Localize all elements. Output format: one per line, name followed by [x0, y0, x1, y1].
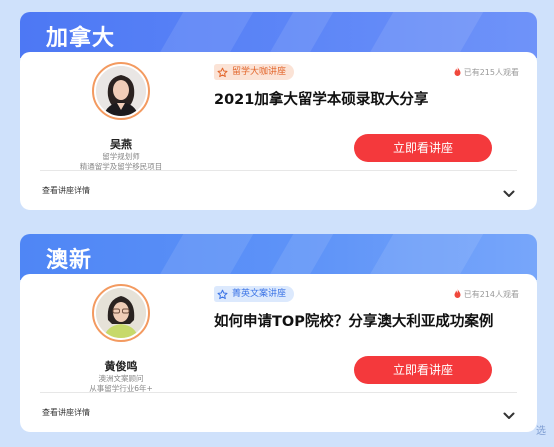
lecture-details-link[interactable]: 查看讲座详情 — [42, 407, 90, 418]
lecture-card: 黄俊鸣 澳洲文案顾问 从事留学行业6年+ 菁英文案讲座 已有214人观看 如何申… — [20, 274, 537, 432]
avatar — [92, 284, 150, 342]
flame-icon — [453, 288, 462, 301]
view-count-label: 已有214人观看 — [463, 290, 519, 299]
watch-lecture-button[interactable]: 立即看讲座 — [354, 356, 492, 384]
avatar — [92, 62, 150, 120]
watch-lecture-button[interactable]: 立即看讲座 — [354, 134, 492, 162]
section-canada: 加拿大 吴燕 留学规划师 精通留学及留学移民项目 留学大咖讲座 已有215人观看… — [20, 12, 537, 210]
section-australia-nz: 澳新 黄俊鸣 澳洲文案顾问 从事留学行业6年+ 菁英文案讲座 已有214人观看 … — [20, 234, 537, 432]
lecture-details-link[interactable]: 查看讲座详情 — [42, 185, 90, 196]
section-title: 加拿大 — [46, 26, 116, 51]
teacher-name: 黄俊鸣 — [104, 360, 138, 373]
lecture-tag: 菁英文案讲座 — [214, 286, 295, 302]
chevron-down-icon[interactable] — [503, 183, 515, 202]
chevron-down-icon[interactable] — [503, 405, 515, 424]
lecture-tag-label: 留学大咖讲座 — [232, 67, 287, 77]
lecture-card: 吴燕 留学规划师 精通留学及留学移民项目 留学大咖讲座 已有215人观看 202… — [20, 52, 537, 210]
lecture-title[interactable]: 如何申请TOP院校？分享澳大利亚成功案例 — [214, 310, 493, 331]
view-count-label: 已有215人观看 — [463, 68, 519, 77]
lecture-tag-label: 菁英文案讲座 — [232, 289, 287, 299]
flame-icon — [453, 66, 462, 79]
view-count: 已有215人观看 — [453, 66, 519, 79]
star-icon — [217, 67, 228, 78]
lecture-tag: 留学大咖讲座 — [214, 64, 295, 80]
star-icon — [217, 289, 228, 300]
divider — [40, 170, 517, 171]
lecture-title[interactable]: 2021加拿大留学本硕录取大分享 — [214, 88, 428, 109]
section-title: 澳新 — [46, 248, 93, 273]
divider — [40, 392, 517, 393]
watermark: 选 — [536, 426, 546, 437]
teacher-name: 吴燕 — [110, 138, 132, 151]
view-count: 已有214人观看 — [453, 288, 519, 301]
